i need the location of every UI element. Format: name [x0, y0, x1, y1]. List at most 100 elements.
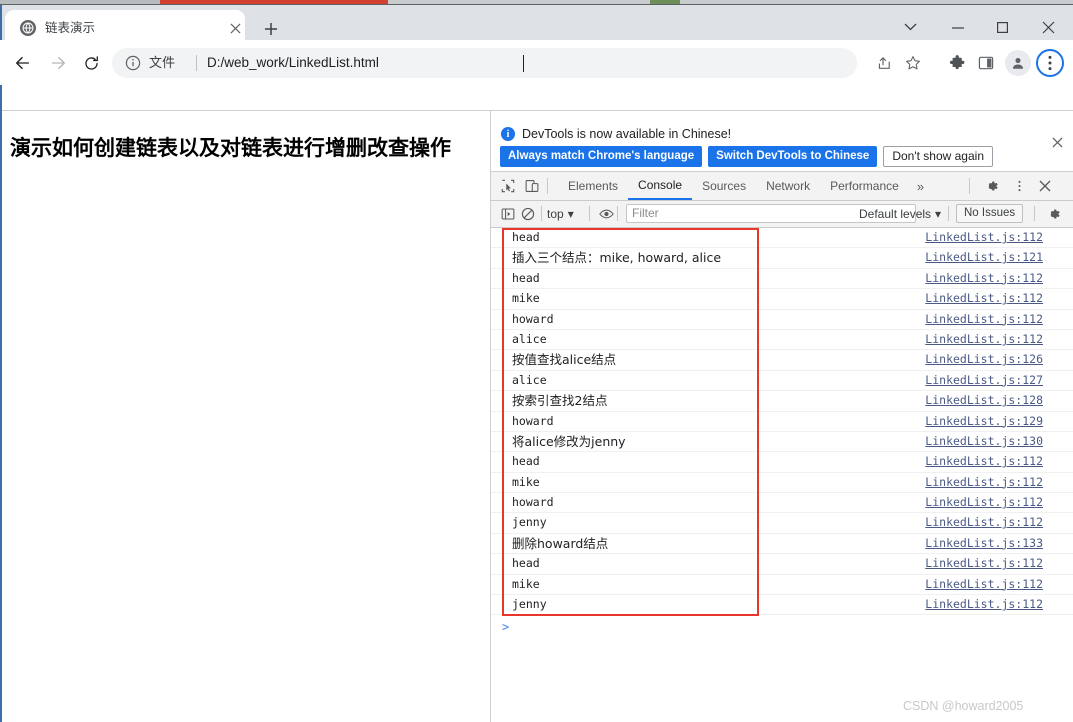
console-message-row: 删除howard结点 LinkedList.js:133 — [491, 534, 1073, 555]
console-log-area[interactable]: head LinkedList.js:112 插入三个结点：mike, howard… — [491, 228, 1073, 722]
console-source-link[interactable]: LinkedList.js:126 — [925, 350, 1043, 369]
side-panel-icon[interactable] — [973, 50, 999, 76]
extensions-puzzle-icon[interactable] — [944, 50, 970, 76]
console-message-row: jenny LinkedList.js:112 — [491, 513, 1073, 534]
always-match-language-button[interactable]: Always match Chrome's language — [500, 146, 703, 167]
console-source-link[interactable]: LinkedList.js:130 — [925, 432, 1043, 451]
gear-icon[interactable] — [981, 177, 1001, 195]
devtools-tab-list: Elements Console Sources Network Perform… — [558, 172, 932, 200]
back-button[interactable] — [8, 48, 38, 78]
console-source-link[interactable]: LinkedList.js:112 — [925, 452, 1043, 471]
console-source-link[interactable]: LinkedList.js:112 — [925, 513, 1043, 532]
console-source-link[interactable]: LinkedList.js:112 — [925, 554, 1043, 573]
console-context-selector[interactable]: top ▾ — [547, 205, 574, 223]
console-message-row: 按索引查找2结点 LinkedList.js:128 — [491, 391, 1073, 412]
tab-close-icon[interactable] — [227, 20, 243, 36]
url-text-caret — [523, 55, 524, 72]
console-message-row: alice LinkedList.js:112 — [491, 330, 1073, 351]
device-toolbar-icon[interactable] — [522, 177, 542, 195]
chrome-menu-button[interactable] — [1036, 49, 1064, 77]
console-message-row: head LinkedList.js:112 — [491, 228, 1073, 249]
console-message-text: head — [512, 556, 540, 571]
console-source-link[interactable]: LinkedList.js:112 — [925, 473, 1043, 492]
filterbar-divider-3 — [617, 206, 618, 221]
bookmark-star-icon[interactable] — [900, 50, 926, 76]
more-tabs-icon[interactable]: » — [909, 172, 932, 200]
console-source-link[interactable]: LinkedList.js:112 — [925, 269, 1043, 288]
console-message-row: head LinkedList.js:112 — [491, 269, 1073, 290]
console-message-row: howard LinkedList.js:112 — [491, 493, 1073, 514]
tab-search-caret-icon[interactable] — [895, 15, 925, 39]
console-source-link[interactable]: LinkedList.js:112 — [925, 330, 1043, 349]
tabbar-divider — [547, 178, 548, 194]
address-bar[interactable]: 文件 D:/web_work/LinkedList.html — [112, 48, 857, 78]
console-message-row: mike LinkedList.js:112 — [491, 289, 1073, 310]
console-message-text: 按值查找alice结点 — [512, 352, 617, 368]
issues-badge[interactable]: No Issues — [956, 204, 1024, 223]
tab-sources[interactable]: Sources — [692, 172, 756, 200]
reload-button[interactable] — [76, 48, 106, 78]
forward-button[interactable] — [43, 48, 73, 78]
console-settings-gear-icon[interactable] — [1043, 205, 1063, 223]
clear-console-icon[interactable] — [518, 205, 538, 223]
console-filter-bar: top ▾ Filter Default levels ▾ No Issues — [491, 201, 1073, 228]
console-source-link[interactable]: LinkedList.js:112 — [925, 228, 1043, 247]
url-text: D:/web_work/LinkedList.html — [207, 55, 379, 70]
console-message-text: alice — [512, 372, 547, 387]
chevron-down-icon: ▾ — [567, 207, 574, 221]
live-expression-eye-icon[interactable] — [596, 205, 616, 223]
console-source-link[interactable]: LinkedList.js:121 — [925, 248, 1043, 267]
omnibox-divider — [196, 55, 197, 71]
console-message-text: alice — [512, 331, 547, 346]
console-source-link[interactable]: LinkedList.js:133 — [925, 534, 1043, 553]
console-message-text: 插入三个结点：mike, howard, alice — [512, 250, 722, 266]
console-message-text: 删除howard结点 — [512, 535, 609, 551]
banner-message: DevTools is now available in Chinese! — [522, 127, 732, 141]
console-message-text: jenny — [512, 515, 547, 530]
profile-avatar-button[interactable] — [1005, 50, 1031, 76]
share-icon[interactable] — [870, 50, 896, 76]
info-icon: i — [501, 127, 515, 141]
context-label: top — [547, 207, 564, 221]
console-message-text: mike — [512, 576, 540, 591]
more-options-icon[interactable] — [1009, 177, 1029, 195]
console-message-text: jenny — [512, 597, 547, 612]
tab-network[interactable]: Network — [756, 172, 820, 200]
console-message-text: 将alice修改为jenny — [512, 433, 626, 449]
console-message-text: head — [512, 270, 540, 285]
tab-title: 链表演示 — [45, 21, 96, 35]
console-source-link[interactable]: LinkedList.js:112 — [925, 575, 1043, 594]
console-sidebar-icon[interactable] — [498, 205, 518, 223]
devtools-tabbar: Elements Console Sources Network Perform… — [491, 172, 1073, 201]
console-source-link[interactable]: LinkedList.js:112 — [925, 493, 1043, 512]
console-input-prompt[interactable]: > — [502, 617, 509, 637]
console-message-text: 按索引查找2结点 — [512, 393, 608, 409]
filterbar-divider-5 — [1034, 206, 1035, 221]
site-info-icon[interactable] — [125, 55, 141, 71]
console-message-row: howard LinkedList.js:112 — [491, 310, 1073, 330]
page-title: 演示如何创建链表以及对链表进行增删改查操作 — [10, 137, 451, 160]
console-source-link[interactable]: LinkedList.js:129 — [925, 412, 1043, 431]
console-source-link[interactable]: LinkedList.js:112 — [925, 289, 1043, 308]
close-devtools-icon[interactable] — [1035, 177, 1055, 195]
console-message-text: head — [512, 230, 540, 244]
inspect-element-icon[interactable] — [498, 177, 518, 195]
tab-console[interactable]: Console — [628, 172, 693, 200]
console-source-link[interactable]: LinkedList.js:128 — [925, 391, 1043, 410]
console-source-link[interactable]: LinkedList.js:112 — [925, 595, 1043, 614]
tab-performance[interactable]: Performance — [820, 172, 909, 200]
console-message-row: 将alice修改为jenny LinkedList.js:130 — [491, 432, 1073, 453]
banner-close-icon[interactable] — [1050, 135, 1064, 149]
console-message-row: 按值查找alice结点 LinkedList.js:126 — [491, 350, 1073, 371]
switch-to-chinese-button[interactable]: Switch DevTools to Chinese — [708, 146, 878, 167]
console-message-list: head LinkedList.js:112 插入三个结点：mike, howard… — [491, 228, 1073, 616]
console-message-text: mike — [512, 291, 540, 306]
watermark-text: CSDN @howard2005 — [903, 699, 1024, 713]
dont-show-again-button[interactable]: Don't show again — [883, 146, 993, 167]
tabbar-divider-2 — [969, 178, 970, 194]
log-levels-selector[interactable]: Default levels ▾ — [859, 205, 941, 223]
new-tab-button[interactable] — [258, 18, 284, 40]
console-source-link[interactable]: LinkedList.js:112 — [925, 310, 1043, 329]
console-source-link[interactable]: LinkedList.js:127 — [925, 371, 1043, 390]
tab-elements[interactable]: Elements — [558, 172, 628, 200]
